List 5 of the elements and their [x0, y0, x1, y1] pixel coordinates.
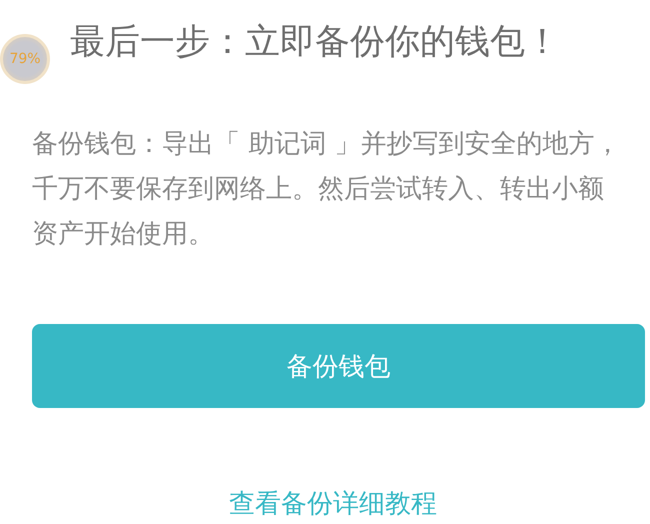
progress-badge[interactable]: 79%: [0, 34, 50, 84]
tutorial-link[interactable]: 查看备份详细教程: [229, 486, 437, 521]
description-text: 备份钱包：导出「 助记词 」并抄写到安全的地方，千万不要保存到网络上。然后尝试转入、转出小额资产开始使用。: [32, 128, 622, 251]
page-title: 最后一步：立即备份你的钱包！: [70, 21, 561, 64]
backup-wallet-button[interactable]: 备份钱包: [32, 324, 645, 408]
